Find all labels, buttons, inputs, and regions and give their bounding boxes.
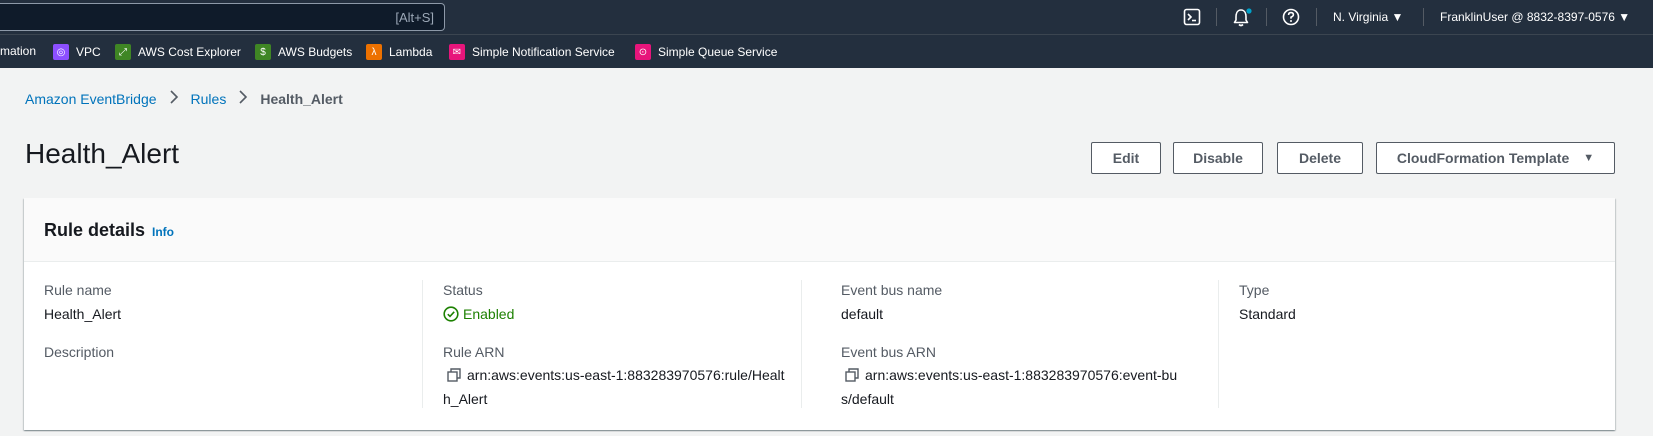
status-badge: Enabled [443,306,514,322]
favorite-item-vpc[interactable]: ◎ VPC [53,44,101,60]
rule-arn-line2: h_Alert [443,391,488,407]
lambda-icon: λ [366,44,382,60]
event-bus-name-label: Event bus name [841,282,943,298]
search-input[interactable]: [Alt+S] [0,3,445,31]
caret-down-icon: ▼ [1618,10,1631,24]
favorite-label: Simple Notification Service [472,45,615,59]
column-divider [1218,280,1219,408]
info-link[interactable]: Info [152,225,174,239]
rule-name-value: Health_Alert [44,306,122,322]
event-bus-name-value: default [841,306,884,322]
nav-divider [1216,8,1217,26]
favorite-label: Simple Queue Service [658,45,778,59]
favorite-label: Lambda [389,45,433,59]
favorite-item-sqs[interactable]: ⊙ Simple Queue Service [635,44,777,60]
cloudshell-icon[interactable] [1183,8,1201,26]
budgets-icon: $ [255,44,271,60]
event-bus-arn-value: arn:aws:events:us-east-1:883283970576:ev… [841,364,1201,410]
panel-header: Rule details Info [24,198,1615,262]
edit-button[interactable]: Edit [1091,142,1161,174]
cost-explorer-icon: ⤢ [115,44,131,60]
top-navigation-bar: [Alt+S] N. Virginia ▼ FranklinUser @ 883… [0,0,1653,34]
status-value: Enabled [463,306,515,322]
rule-arn-value: arn:aws:events:us-east-1:883283970576:ru… [443,364,803,410]
sqs-icon: ⊙ [635,44,651,60]
chevron-right-icon [169,90,179,108]
nav-divider [1266,8,1267,26]
search-shortcut-hint: [Alt+S] [395,10,434,25]
region-label: N. Virginia [1333,10,1389,24]
favorite-item[interactable]: mation [0,44,36,58]
help-icon[interactable] [1282,8,1300,26]
event-bus-arn-label: Event bus ARN [841,344,936,360]
copy-icon[interactable] [447,366,461,388]
panel-title: Rule details [44,220,146,240]
rule-arn-line1: arn:aws:events:us-east-1:883283970576:ru… [467,367,785,383]
nav-divider [1316,8,1317,26]
event-bus-arn-line1: arn:aws:events:us-east-1:883283970576:ev… [865,367,1178,383]
copy-icon[interactable] [845,366,859,388]
favorite-label: mation [0,44,37,58]
vpc-icon: ◎ [53,44,69,60]
page-title: Health_Alert [25,138,180,169]
favorite-label: AWS Budgets [278,45,353,59]
favorite-item-cost-explorer[interactable]: ⤢ AWS Cost Explorer [115,44,241,60]
cloudformation-template-button[interactable]: CloudFormation Template ▼ [1376,142,1615,174]
breadcrumb-link-rules[interactable]: Rules [191,91,227,107]
breadcrumb-link-eventbridge[interactable]: Amazon EventBridge [25,91,157,107]
rule-arn-label: Rule ARN [443,344,505,360]
column-divider [801,280,802,408]
rule-name-label: Rule name [44,282,112,298]
type-label: Type [1239,282,1270,298]
region-selector[interactable]: N. Virginia ▼ [1333,10,1403,24]
type-value: Standard [1239,306,1296,322]
account-menu[interactable]: FranklinUser @ 8832-8397-0576 ▼ [1440,10,1630,24]
favorite-item-sns[interactable]: ✉ Simple Notification Service [449,44,615,60]
favorite-label: AWS Cost Explorer [138,45,241,59]
cloudformation-template-label: CloudFormation Template [1396,150,1570,166]
account-label: FranklinUser @ 8832-8397-0576 [1440,10,1615,24]
nav-divider [1423,8,1424,26]
bell-icon[interactable] [1232,8,1252,27]
favorite-label: VPC [76,45,101,59]
delete-button[interactable]: Delete [1277,142,1363,174]
caret-down-icon: ▼ [1583,152,1595,164]
breadcrumb: Amazon EventBridge Rules Health_Alert [25,90,343,108]
favorite-item-budgets[interactable]: $ AWS Budgets [255,44,352,60]
rule-details-panel: Rule details Info Rule name Health_Alert… [24,198,1615,430]
event-bus-arn-line2: s/default [841,391,894,407]
favorite-item-lambda[interactable]: λ Lambda [366,44,432,60]
column-divider [422,280,423,408]
favorites-bar: mation ◎ VPC ⤢ AWS Cost Explorer $ AWS Budg… [0,34,1653,68]
status-label: Status [443,282,483,298]
sns-icon: ✉ [449,44,465,60]
caret-down-icon: ▼ [1391,10,1404,24]
chevron-right-icon [238,90,248,108]
check-circle-icon [443,306,459,322]
description-label: Description [44,344,115,360]
breadcrumb-current: Health_Alert [260,91,343,107]
disable-button[interactable]: Disable [1173,142,1263,174]
